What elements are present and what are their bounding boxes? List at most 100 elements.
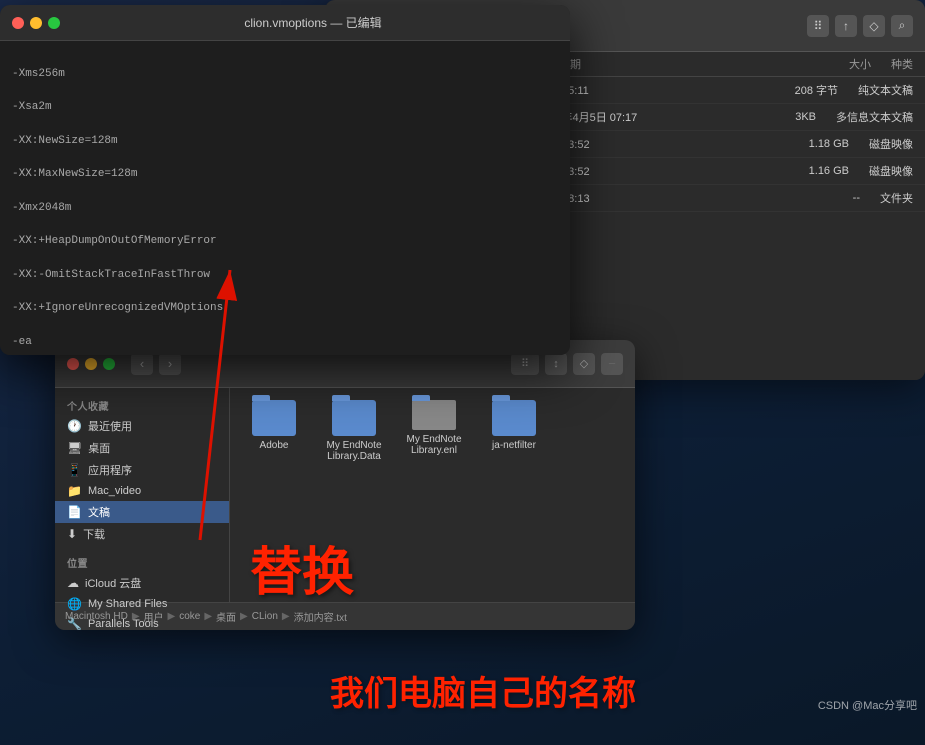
- share-icon[interactable]: ↑: [835, 15, 857, 37]
- folder-label-endnote-lib: My EndNote Library.enl: [402, 434, 466, 456]
- sidebar-item-label: 桌面: [88, 440, 110, 456]
- code-line: -XX:MaxNewSize=128m: [12, 166, 558, 183]
- code-line: -XX:NewSize=128m: [12, 133, 558, 150]
- nav-buttons: ‹ ›: [131, 353, 181, 375]
- cell-size: 1.16 GB: [809, 165, 849, 177]
- breadcrumb-sep: ▶: [282, 611, 290, 622]
- breadcrumb-file: 添加内容.txt: [294, 609, 347, 624]
- sidebar-item-label: 文稿: [88, 504, 110, 520]
- sidebar-item-label: 最近使用: [88, 418, 132, 434]
- sort-button[interactable]: ↕: [545, 353, 567, 375]
- clock-icon: 🕐: [67, 419, 82, 433]
- code-line: -Xsa2m: [12, 99, 558, 116]
- code-line: -XX:+HeapDumpOnOutOfMemoryError: [12, 233, 558, 250]
- view-icon[interactable]: ⠿: [807, 15, 829, 37]
- code-line: -Xms256m: [12, 66, 558, 83]
- sidebar-section-favorites: 个人收藏: [55, 394, 229, 415]
- code-line: -Xmx2048m: [12, 200, 558, 217]
- cell-date: 前天 03:52: [537, 163, 789, 179]
- cell-date: 今天 05:11: [537, 82, 775, 98]
- sidebar-item-documents[interactable]: 📄 文稿: [55, 501, 229, 523]
- cell-date: 2023年4月5日 07:17: [537, 109, 775, 125]
- cell-date: 前天 08:13: [537, 190, 833, 206]
- sidebar-item-label: Mac_video: [88, 485, 141, 497]
- sidebar-item-recent[interactable]: 🕐 最近使用: [55, 415, 229, 437]
- folder-ja-netfilter[interactable]: ja-netfilter: [482, 400, 546, 462]
- minus-button[interactable]: −: [601, 353, 623, 375]
- col-date: 修改日期: [537, 56, 829, 72]
- breadcrumb-user: 用户: [144, 609, 164, 624]
- doc-icon: 📄: [67, 505, 82, 519]
- breadcrumb: Macintosh HD ▶ 用户 ▶ coke ▶ 桌面 ▶ CLion ▶ …: [65, 609, 347, 624]
- code-line: -XX:+IgnoreUnrecognizedVMOptions: [12, 300, 558, 317]
- cell-type: 磁盘映像: [869, 136, 913, 152]
- traffic-lights-vmoptions: [12, 17, 60, 29]
- replace-annotation: 替换: [250, 530, 354, 605]
- sidebar-item-icloud[interactable]: ☁ iCloud 云盘: [55, 572, 229, 594]
- desktop-icon: 🖥: [67, 441, 82, 455]
- breadcrumb-sep: ▶: [240, 611, 248, 622]
- cell-type: 磁盘映像: [869, 163, 913, 179]
- breadcrumb-coke: coke: [179, 611, 200, 622]
- folder-endnote-data[interactable]: My EndNote Library.Data: [322, 400, 386, 462]
- close-button-vmoptions[interactable]: [12, 17, 24, 29]
- breadcrumb-hd: Macintosh HD: [65, 611, 128, 622]
- breadcrumb-sep: ▶: [132, 611, 140, 622]
- folders-grid: Adobe My EndNote Library.Data My EndNote…: [230, 388, 635, 474]
- folder-adobe[interactable]: Adobe: [242, 400, 306, 462]
- folder-label-ja-netfilter: ja-netfilter: [492, 440, 536, 451]
- vmoptions-editor[interactable]: -Xms256m -Xsa2m -XX:NewSize=128m -XX:Max…: [0, 41, 570, 355]
- sidebar-item-downloads[interactable]: ⬇ 下载: [55, 523, 229, 545]
- sidebar-item-desktop[interactable]: 🖥 桌面: [55, 437, 229, 459]
- vmoptions-title: clion.vmoptions — 已编辑: [68, 14, 558, 31]
- breadcrumb-clion: CLion: [252, 611, 278, 622]
- close-button-main[interactable]: [67, 358, 79, 370]
- finder-bg-main: 修改日期 大小 种类 今天 05:11 208 字节 纯文本文稿 2023年4月…: [525, 52, 925, 380]
- cell-type: 纯文本文稿: [858, 82, 913, 98]
- csdn-watermark: CSDN @Mac分享吧: [818, 697, 917, 713]
- cell-type: 文件夹: [880, 190, 913, 206]
- folder-icon-endnote-lib: [412, 400, 456, 430]
- traffic-lights-main: [67, 358, 115, 370]
- folder-endnote-lib[interactable]: My EndNote Library.enl: [402, 400, 466, 462]
- table-row: 2023年4月5日 07:17 3KB 多信息文本文稿: [525, 104, 925, 131]
- desc-annotation: 我们电脑自己的名称: [330, 666, 636, 715]
- breadcrumb-desktop: 桌面: [216, 609, 236, 624]
- sidebar-item-label: 应用程序: [88, 462, 132, 478]
- toolbar-icons: ⠿ ↑ ◇ ⌕: [807, 15, 913, 37]
- col-size: 大小: [849, 56, 871, 72]
- forward-button[interactable]: ›: [159, 353, 181, 375]
- apps-icon: 📱: [67, 463, 82, 477]
- code-line: -ea: [12, 334, 558, 351]
- table-row: 前天 03:52 1.18 GB 磁盘映像: [525, 131, 925, 158]
- tag-button[interactable]: ◇: [573, 353, 595, 375]
- search-icon[interactable]: ⌕: [891, 15, 913, 37]
- minimize-button-main[interactable]: [85, 358, 97, 370]
- maximize-button-vmoptions[interactable]: [48, 17, 60, 29]
- sidebar-item-apps[interactable]: 📱 应用程序: [55, 459, 229, 481]
- maximize-button-main[interactable]: [103, 358, 115, 370]
- vmoptions-titlebar: clion.vmoptions — 已编辑: [0, 5, 570, 41]
- folder-label-endnote-data: My EndNote Library.Data: [322, 440, 386, 462]
- finder-main-sidebar: 个人收藏 🕐 最近使用 🖥 桌面 📱 应用程序 📁 Mac_video 📄 文稿: [55, 388, 230, 602]
- breadcrumb-sep: ▶: [168, 611, 176, 622]
- vmoptions-window: clion.vmoptions — 已编辑 -Xms256m -Xsa2m -X…: [0, 5, 570, 355]
- cell-size: 1.18 GB: [809, 138, 849, 150]
- table-header: 修改日期 大小 种类: [525, 52, 925, 77]
- minimize-button-vmoptions[interactable]: [30, 17, 42, 29]
- tag-icon[interactable]: ◇: [863, 15, 885, 37]
- cell-size: --: [853, 192, 860, 204]
- folder-icon-ja-netfilter: [492, 400, 536, 436]
- view-toggle[interactable]: ⠿: [511, 353, 539, 375]
- folder-icon-adobe: [252, 400, 296, 436]
- cell-type: 多信息文本文稿: [836, 109, 913, 125]
- folder-icon-endnote-data: [332, 400, 376, 436]
- back-button[interactable]: ‹: [131, 353, 153, 375]
- cloud-icon: ☁: [67, 576, 79, 590]
- sidebar-item-label: 下载: [83, 526, 105, 542]
- sidebar-section-location: 位置: [55, 551, 229, 572]
- table-row: 前天 08:13 -- 文件夹: [525, 185, 925, 212]
- sidebar-item-macvideo[interactable]: 📁 Mac_video: [55, 481, 229, 501]
- cell-size: 3KB: [795, 111, 816, 123]
- cell-date: 前天 03:52: [537, 136, 789, 152]
